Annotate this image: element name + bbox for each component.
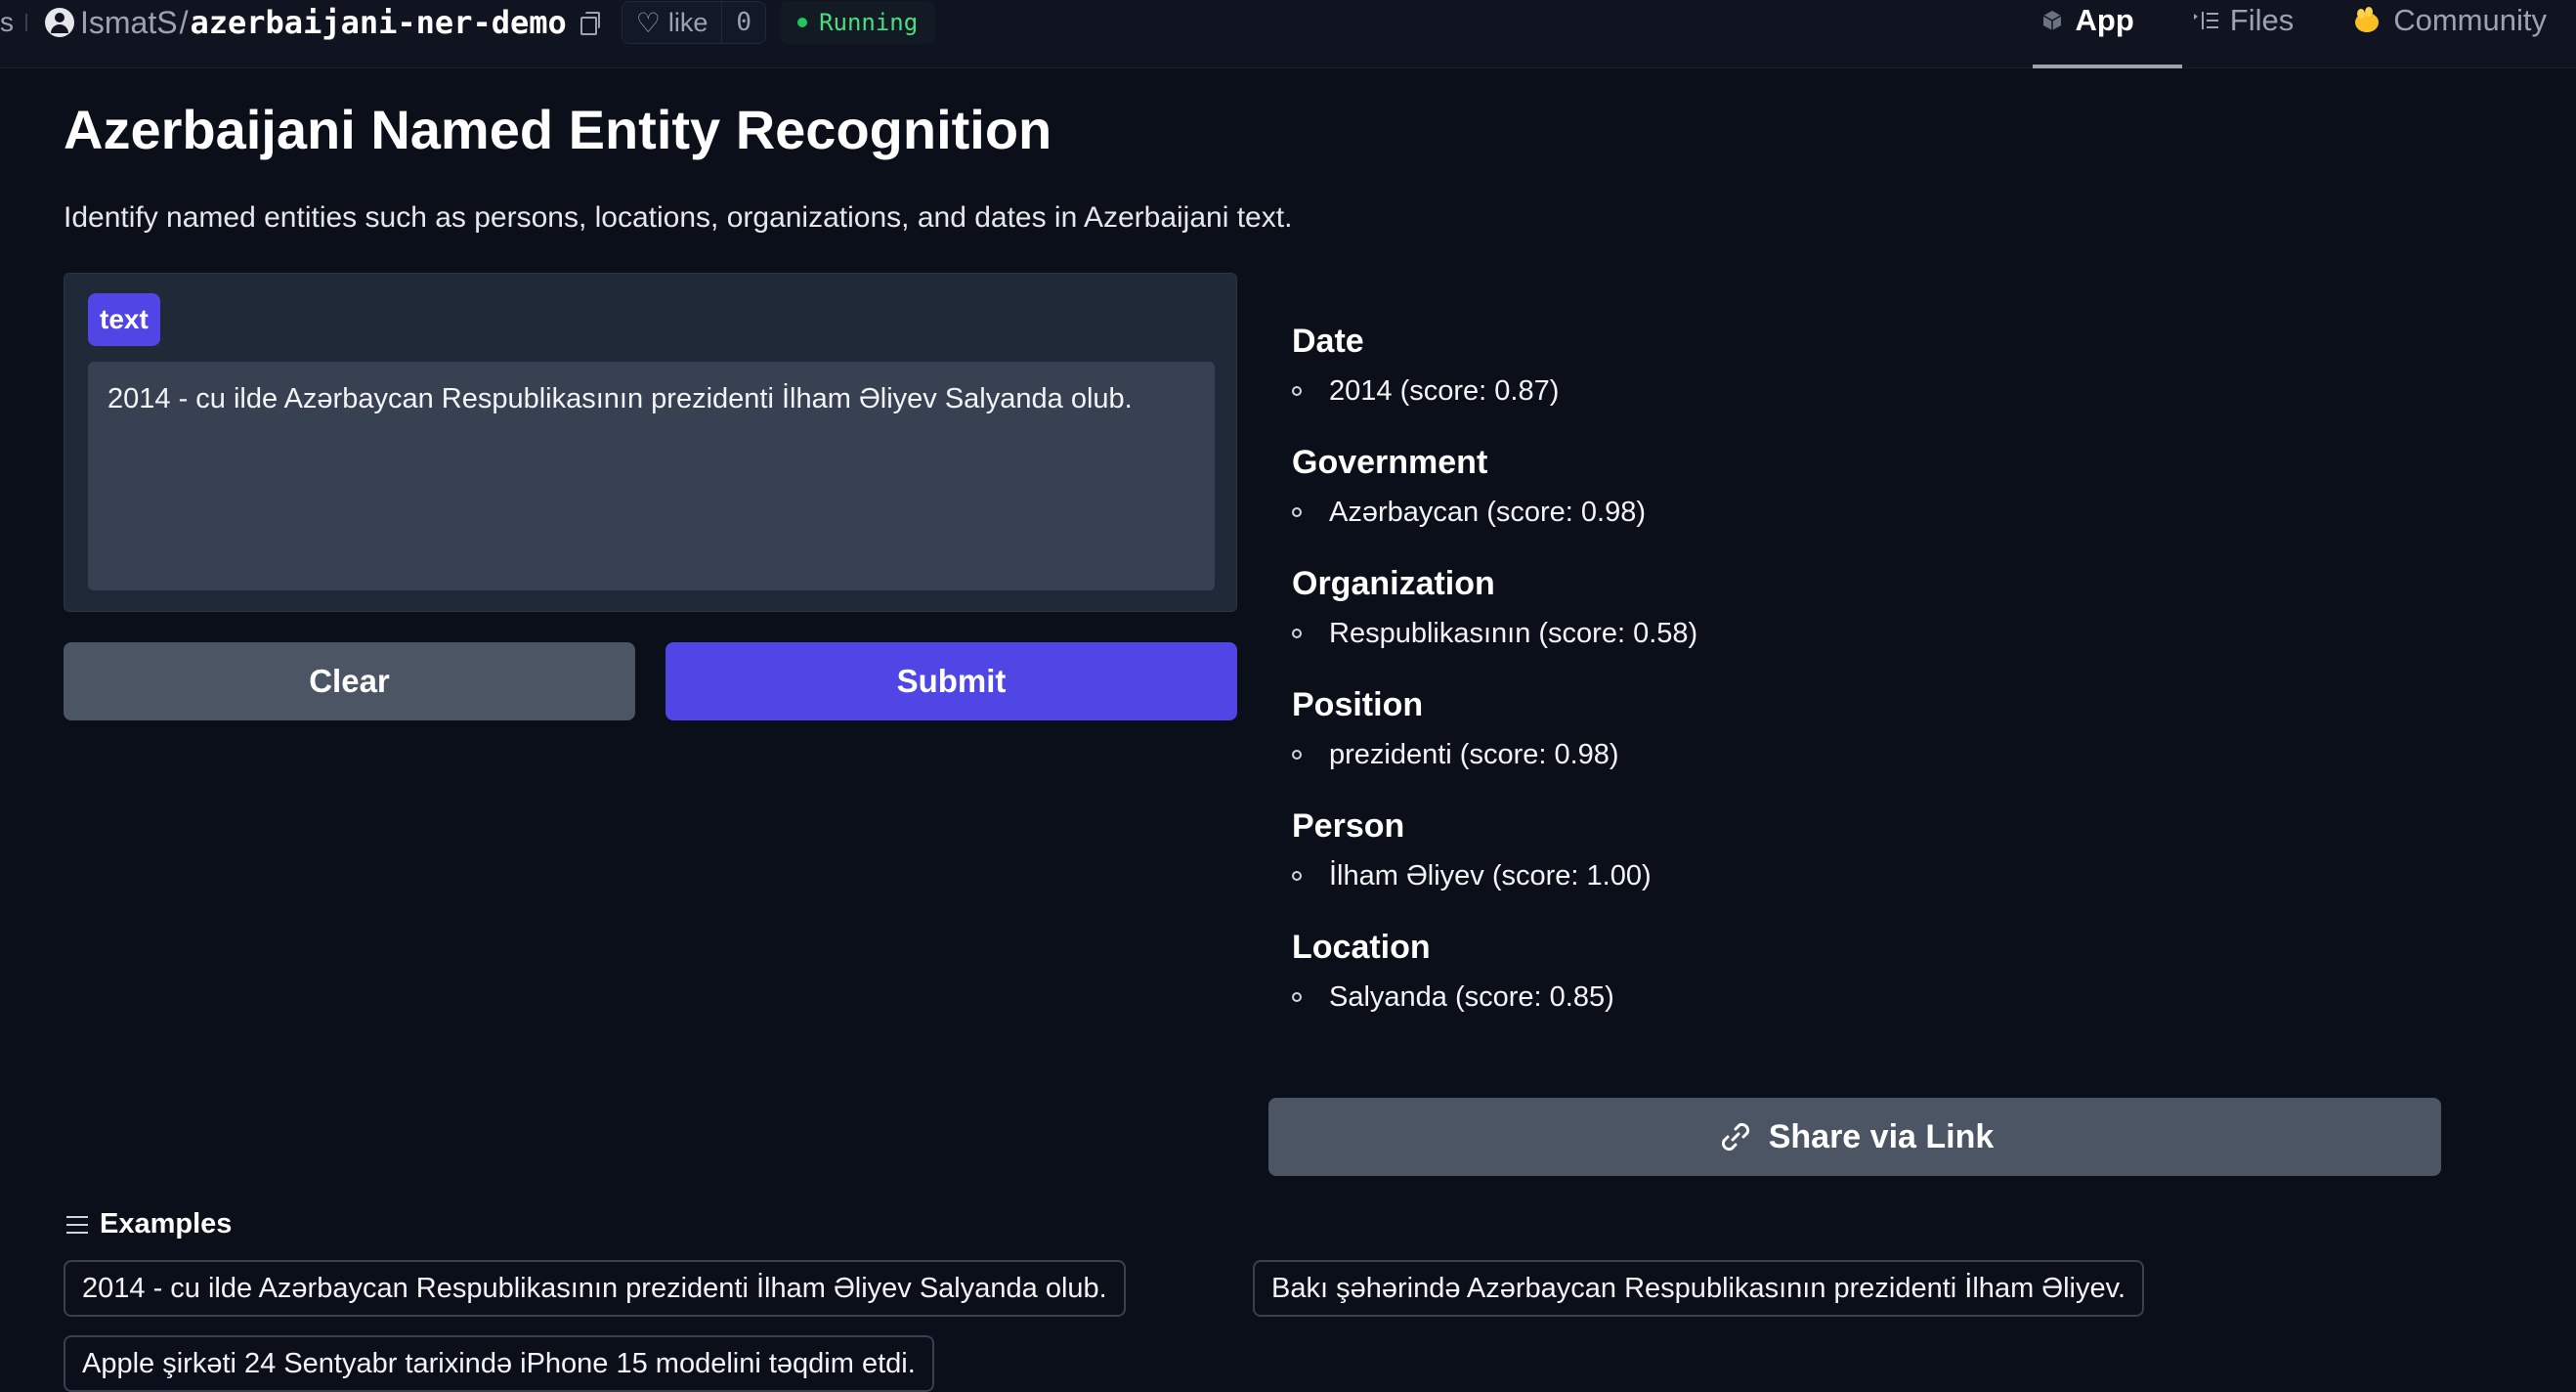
- entity-type-heading: Person: [1292, 807, 1405, 845]
- entity-item-text: Salyanda (score: 0.85): [1329, 980, 1614, 1013]
- page-title: Azerbaijani Named Entity Recognition: [64, 99, 1052, 160]
- repo-owner-link[interactable]: IsmatS: [80, 5, 178, 41]
- entity-item-text: Respublikasının (score: 0.58): [1329, 617, 1698, 649]
- entity-group-date: Date 2014 (score: 0.87): [1292, 323, 2465, 416]
- user-icon: [45, 8, 74, 37]
- bullet-icon: [1292, 507, 1302, 517]
- heart-icon: ♡: [635, 7, 661, 38]
- entity-results: Date 2014 (score: 0.87) Government Azərb…: [1292, 323, 2465, 1050]
- bullet-icon: [1292, 386, 1302, 396]
- entity-type-heading: Position: [1292, 686, 1424, 723]
- link-icon: [1721, 1122, 1749, 1152]
- input-label: text: [88, 293, 160, 346]
- repo-header: s IsmatS / azerbaijani-ner-demo ♡ like 0…: [0, 0, 936, 45]
- entity-item: prezidenti (score: 0.98): [1292, 729, 2465, 780]
- like-label: like: [667, 7, 708, 37]
- submit-button[interactable]: Submit: [665, 642, 1237, 720]
- example-item-2[interactable]: Bakı şəhərində Azərbaycan Respublikasını…: [1253, 1260, 2145, 1317]
- entity-group-organization: Organization Respublikasının (score: 0.5…: [1292, 565, 2465, 659]
- entity-type-heading: Organization: [1292, 565, 1495, 602]
- entity-item: 2014 (score: 0.87): [1292, 366, 2465, 416]
- clear-button[interactable]: Clear: [64, 642, 635, 720]
- tab-app[interactable]: App: [2011, 0, 2164, 41]
- share-label: Share via Link: [1768, 1117, 1995, 1155]
- cube-icon: [2042, 11, 2061, 30]
- status-text: Running: [819, 9, 919, 36]
- entity-group-government: Government Azərbaycan (score: 0.98): [1292, 444, 2465, 538]
- active-tab-indicator: [2033, 65, 2182, 68]
- tab-files[interactable]: Files: [2164, 0, 2323, 41]
- truncated-edge-text: s: [0, 7, 14, 37]
- like-button[interactable]: ♡ like: [623, 2, 723, 43]
- tab-community[interactable]: Community: [2323, 0, 2576, 41]
- community-icon: [2355, 7, 2380, 32]
- top-bar: s IsmatS / azerbaijani-ner-demo ♡ like 0…: [0, 0, 2576, 68]
- status-badge: Running: [780, 1, 936, 44]
- copy-icon[interactable]: [580, 12, 600, 35]
- entity-item: İlham Əliyev (score: 1.00): [1292, 850, 2465, 901]
- text-input[interactable]: 2014 - cu ilde Azərbaycan Respublikasını…: [88, 362, 1215, 590]
- text-input-card: text 2014 - cu ilde Azərbaycan Respublik…: [64, 273, 1237, 612]
- example-item-3[interactable]: Apple şirkəti 24 Sentyabr tarixində iPho…: [64, 1335, 934, 1392]
- entity-item-text: prezidenti (score: 0.98): [1329, 738, 1619, 770]
- bullet-icon: [1292, 992, 1302, 1002]
- repo-name-link[interactable]: azerbaijani-ner-demo: [190, 4, 566, 41]
- bullet-icon: [1292, 629, 1302, 638]
- like-widget: ♡ like 0: [621, 1, 767, 44]
- like-count[interactable]: 0: [722, 8, 765, 37]
- path-separator: /: [179, 4, 189, 40]
- list-icon: [66, 1215, 88, 1234]
- entity-item-text: 2014 (score: 0.87): [1329, 374, 1560, 407]
- examples-title: Examples: [100, 1208, 233, 1240]
- files-icon: [2193, 12, 2218, 29]
- entity-item: Respublikasının (score: 0.58): [1292, 608, 2465, 659]
- divider: [25, 14, 27, 31]
- bullet-icon: [1292, 871, 1302, 881]
- page-description: Identify named entities such as persons,…: [64, 201, 1293, 234]
- entity-group-location: Location Salyanda (score: 0.85): [1292, 929, 2465, 1022]
- entity-type-heading: Government: [1292, 444, 1488, 481]
- entity-type-heading: Date: [1292, 323, 1364, 360]
- share-via-link-button[interactable]: Share via Link: [1268, 1098, 2441, 1176]
- entity-item-text: İlham Əliyev (score: 1.00): [1329, 859, 1652, 892]
- entity-item-text: Azərbaycan (score: 0.98): [1329, 496, 1646, 528]
- tab-files-label: Files: [2229, 3, 2295, 37]
- entity-group-person: Person İlham Əliyev (score: 1.00): [1292, 807, 2465, 901]
- tab-community-label: Community: [2393, 3, 2547, 37]
- example-item-1[interactable]: 2014 - cu ilde Azərbaycan Respublikasını…: [64, 1260, 1126, 1317]
- entity-group-position: Position prezidenti (score: 0.98): [1292, 686, 2465, 780]
- bullet-icon: [1292, 750, 1302, 760]
- tab-app-label: App: [2075, 3, 2134, 37]
- status-dot-icon: [797, 18, 808, 27]
- entity-type-heading: Location: [1292, 929, 1431, 966]
- examples-heading: Examples: [66, 1208, 232, 1240]
- entity-item: Azərbaycan (score: 0.98): [1292, 487, 2465, 538]
- entity-item: Salyanda (score: 0.85): [1292, 972, 2465, 1022]
- space-nav-tabs: App Files Community: [2011, 0, 2576, 68]
